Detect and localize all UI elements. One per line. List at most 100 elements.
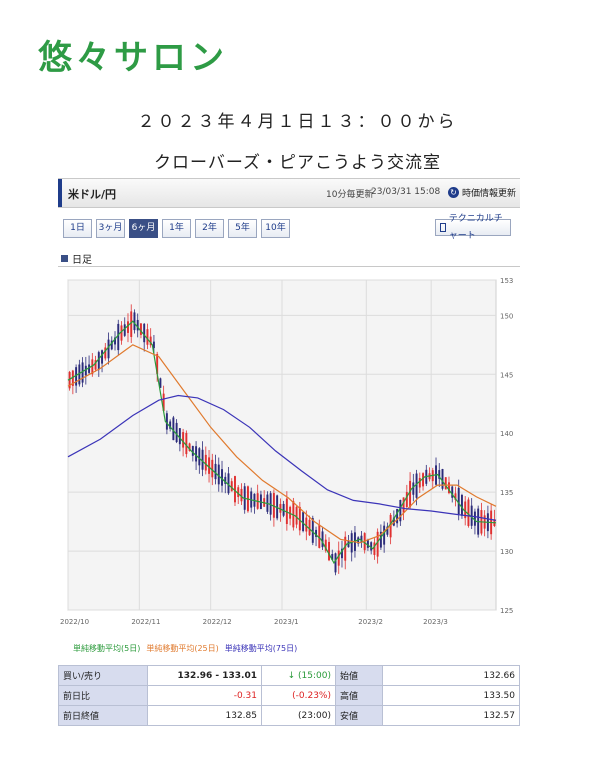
price-chart: 153 150 145 140 135 130 125 2022/10 2022/11 2022/… [58, 270, 520, 630]
candle-body [473, 511, 476, 526]
candle-body [295, 506, 298, 525]
candle-body [175, 422, 178, 443]
candle-body [208, 457, 211, 474]
candle-body [133, 312, 136, 331]
candle-body [130, 311, 133, 337]
y-tick-label: 135 [500, 489, 513, 497]
candle-body [318, 524, 321, 548]
section-square-icon [61, 255, 68, 262]
candle-body [101, 350, 104, 364]
quote-label: 前日終値 [58, 705, 148, 726]
x-tick-label: 2023/2 [358, 618, 383, 626]
candle-body [191, 445, 194, 456]
candle-body [178, 428, 181, 445]
candle-body [217, 464, 220, 485]
quote-label2: 始値 [335, 665, 383, 686]
quote-label: 前日比 [58, 685, 148, 706]
panel-header: 米ドル/円 10分毎更新 23/03/31 15:08 ↻ 時価情報更新 [58, 178, 520, 208]
candle-body [399, 499, 402, 522]
candle-body [117, 323, 120, 351]
divider [58, 266, 520, 267]
tab-5y[interactable]: 5年 [228, 219, 257, 238]
candle-body [460, 494, 463, 516]
candle-body [467, 499, 470, 526]
candle-body [204, 454, 207, 471]
candle-body [107, 339, 110, 359]
candle-body [211, 459, 214, 478]
table-row: 前日比 -0.31 (-0.23%) 高値 133.50 [58, 685, 520, 706]
tab-3m[interactable]: 3ヶ月 [96, 219, 125, 238]
tab-6m[interactable]: 6ヶ月 [129, 219, 158, 238]
tab-10y[interactable]: 10年 [261, 219, 290, 238]
candle-body [328, 541, 330, 561]
table-row: 買い/売り 132.96 - 133.01 ↓ (15:00) 始値 132.6… [58, 665, 520, 686]
quote-value: 132.85 [147, 705, 262, 726]
candle-body [97, 352, 100, 370]
price-chart-svg: 153 150 145 140 135 130 125 2022/10 2022/11 2022/… [60, 277, 513, 626]
refresh-button[interactable]: ↻ 時価情報更新 [448, 183, 516, 201]
candle-body [237, 487, 240, 498]
candle-body [139, 323, 142, 335]
y-tick-label: 140 [500, 430, 513, 438]
x-tick-label: 2023/3 [423, 618, 448, 626]
candle-body [214, 463, 217, 480]
x-tick-label: 2022/10 [60, 618, 89, 626]
technical-chart-button[interactable]: テクニカルチャート [435, 214, 511, 241]
candle-body [334, 553, 337, 573]
table-row: 前日終値 132.85 (23:00) 安値 132.57 [58, 705, 520, 726]
tab-1y[interactable]: 1年 [162, 219, 191, 238]
candle-body [120, 325, 123, 341]
tab-1d[interactable]: 1日 [63, 219, 92, 238]
candle-body [165, 413, 168, 430]
refresh-button-label: 時価情報更新 [462, 188, 517, 199]
candle-body [146, 329, 149, 345]
y-tick-label: 153 [500, 277, 513, 285]
candle-body [234, 476, 236, 503]
event-title: クローバーズ・ピアこうよう交流室 [154, 153, 441, 173]
y-tick-label: 150 [500, 312, 513, 320]
candle-body [337, 550, 340, 566]
quote-value: 132.96 - 133.01 [147, 665, 262, 686]
quote-value2: 132.57 [382, 705, 520, 726]
candle-body [441, 468, 444, 489]
candle-body [373, 542, 376, 555]
candle-body [409, 480, 412, 508]
candle-body [221, 469, 223, 486]
x-tick-label: 2023/1 [274, 618, 299, 626]
candle-body [195, 446, 198, 462]
chart-legend: 単純移動平均(5日) 単純移動平均(25日) 単純移動平均(75日) [73, 643, 297, 654]
candle-body [412, 482, 415, 495]
quote-value: -0.31 [147, 685, 262, 706]
x-tick-label: 2022/12 [203, 618, 232, 626]
y-tick-label: 145 [500, 371, 513, 379]
quote-label: 買い/売り [58, 665, 148, 686]
candle-body [444, 477, 447, 490]
candle-body [422, 473, 425, 487]
update-note: 10分毎更新 [326, 190, 374, 200]
technical-chart-label: テクニカルチャート [448, 213, 503, 241]
candle-body [405, 492, 408, 508]
candle-body [415, 473, 418, 498]
quote-change: (-0.23%) [261, 685, 336, 706]
quote-change: ↓ (15:00) [261, 665, 336, 686]
quote-label2: 高値 [335, 685, 383, 706]
x-tick-label: 2022/11 [131, 618, 160, 626]
candle-body [418, 477, 421, 488]
candle-body [127, 321, 129, 333]
quote-label2: 安値 [335, 705, 383, 726]
candle-body [308, 519, 311, 536]
event-datetime: ２０２３年４月１日１３：００から [137, 112, 458, 132]
candle-body [104, 347, 107, 359]
tab-2y[interactable]: 2年 [195, 219, 224, 238]
candle-body [227, 473, 230, 494]
currency-pair: 米ドル/円 [68, 188, 117, 201]
candle-body [240, 488, 243, 502]
candle-body [230, 481, 233, 492]
salon-name: 悠々サロン [38, 38, 228, 78]
candle-body [302, 512, 305, 532]
header-accent-bar [58, 179, 62, 207]
document-icon [440, 223, 446, 232]
candle-body [402, 497, 405, 513]
y-tick-label: 125 [500, 607, 513, 615]
legend-ma5: 単純移動平均(5日) [73, 644, 141, 653]
